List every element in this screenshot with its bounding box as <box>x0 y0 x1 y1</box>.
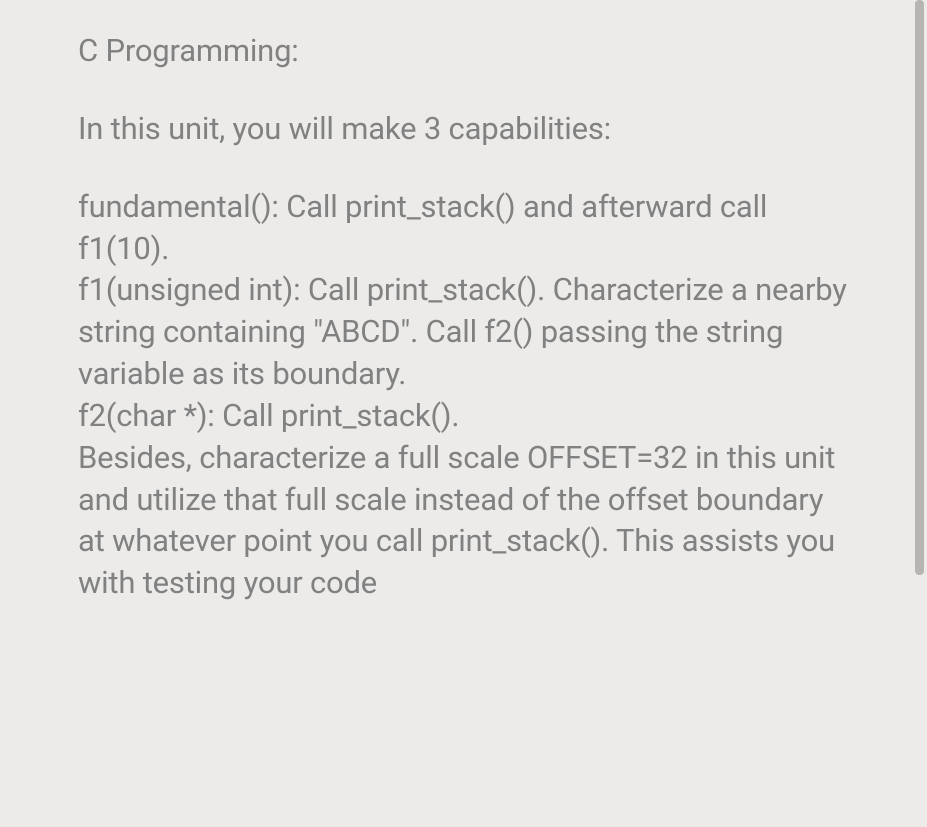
body-line-1: fundamental(): Call print_stack() and af… <box>78 188 767 267</box>
body-line-4: Besides, characterize a full scale OFFSE… <box>78 439 835 602</box>
body-line-2: f1(unsigned int): Call print_stack(). Ch… <box>78 271 847 392</box>
heading-text: C Programming: <box>78 32 299 69</box>
body-line-3: f2(char *): Call print_stack(). <box>78 397 459 434</box>
scrollbar-thumb[interactable] <box>915 0 924 575</box>
intro-text: In this unit, you will make 3 capabiliti… <box>78 110 611 147</box>
body-paragraph: fundamental(): Call print_stack() and af… <box>78 186 849 604</box>
intro-paragraph: In this unit, you will make 3 capabiliti… <box>78 108 849 150</box>
heading-paragraph: C Programming: <box>78 30 849 72</box>
document-content: C Programming: In this unit, you will ma… <box>0 0 927 604</box>
